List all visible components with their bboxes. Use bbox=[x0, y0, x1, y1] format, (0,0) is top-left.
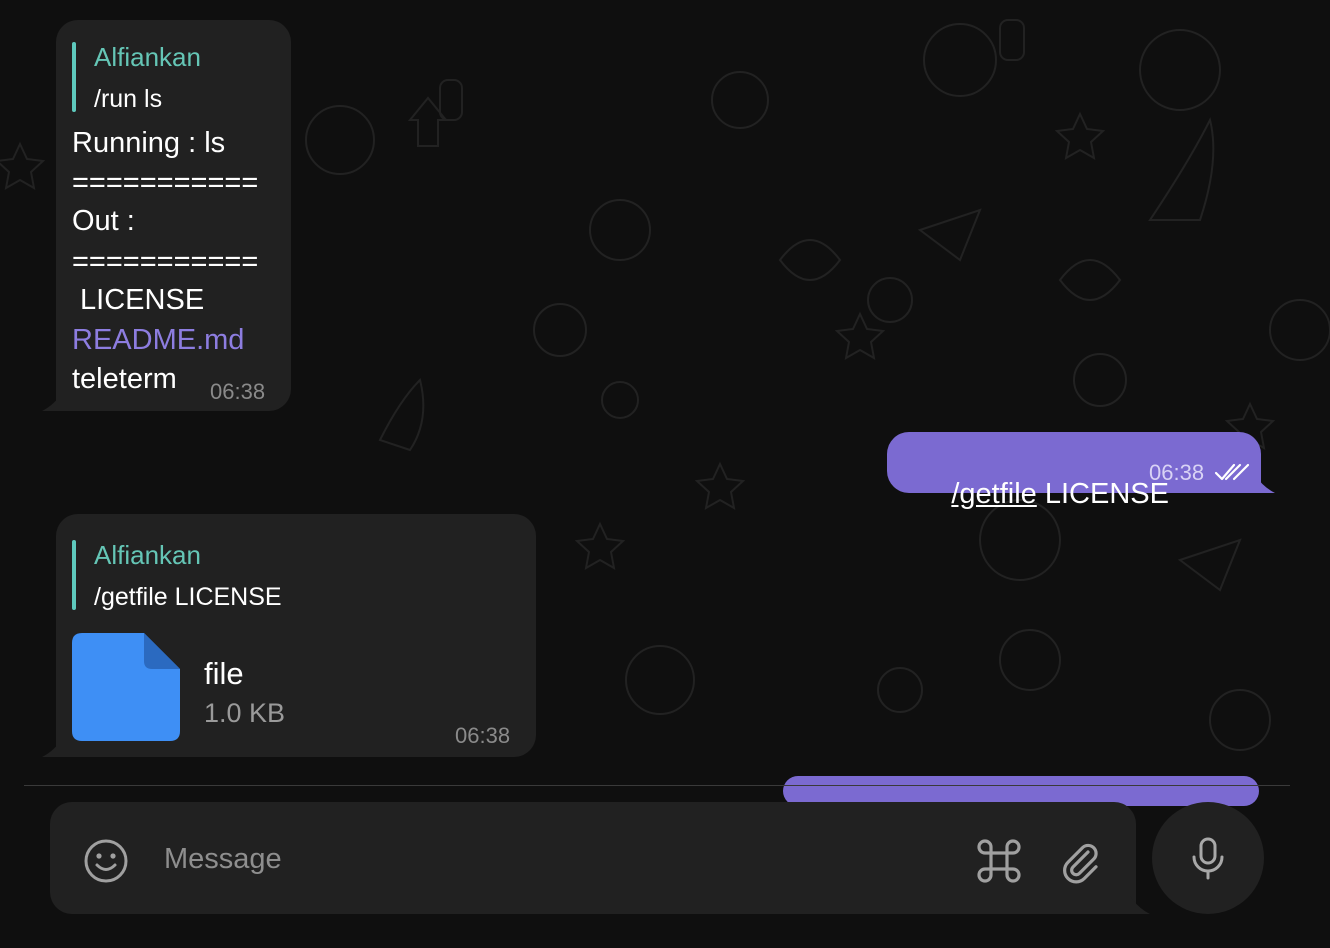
filename-link[interactable]: README.md bbox=[72, 324, 244, 357]
composer-tail bbox=[1130, 896, 1150, 914]
message-line: Running : ls bbox=[72, 127, 226, 159]
message-composer bbox=[50, 802, 1150, 914]
reply-text: /getfile LICENSE bbox=[94, 583, 282, 611]
reply-preview[interactable]: Alfiankan /run ls bbox=[72, 42, 332, 113]
message-line: =========== bbox=[72, 167, 259, 199]
message-line: teleterm bbox=[72, 363, 177, 395]
outgoing-message[interactable]: /getfile LICENSE 06:38 bbox=[887, 432, 1275, 510]
microphone-icon bbox=[1192, 837, 1224, 880]
command-icon bbox=[977, 839, 1021, 883]
message-line: LICENSE bbox=[72, 284, 205, 316]
reply-author: Alfiankan bbox=[94, 540, 201, 570]
message-line: Out : bbox=[72, 205, 135, 237]
document-icon[interactable] bbox=[72, 633, 180, 741]
composer-divider bbox=[24, 785, 1290, 786]
message-time: 06:38 bbox=[455, 723, 511, 748]
incoming-file-message[interactable]: Alfiankan /getfile LICENSE file 1.0 KB 0… bbox=[42, 514, 536, 757]
message-line: =========== bbox=[72, 246, 259, 278]
incoming-message[interactable]: Alfiankan /run ls Running : ls =========… bbox=[42, 20, 291, 411]
bubble-tail bbox=[1255, 475, 1275, 493]
attach-button[interactable] bbox=[1054, 834, 1108, 888]
command-button[interactable] bbox=[972, 834, 1026, 888]
bubble-tail bbox=[42, 739, 62, 757]
bubble-tail bbox=[42, 393, 62, 411]
file-size: 1.0 KB bbox=[204, 698, 286, 728]
double-check-icon bbox=[1214, 463, 1250, 481]
message-time: 06:38 bbox=[1149, 460, 1205, 485]
smiley-icon bbox=[84, 839, 128, 883]
reply-preview[interactable]: Alfiankan /getfile LICENSE bbox=[72, 540, 332, 611]
command-link[interactable]: /getfile bbox=[951, 478, 1036, 510]
message-input[interactable] bbox=[162, 838, 926, 880]
reply-text: /run ls bbox=[94, 85, 163, 113]
message-list[interactable]: Alfiankan /run ls Running : ls =========… bbox=[0, 0, 1330, 790]
reply-accent-bar bbox=[72, 540, 76, 610]
reply-accent-bar bbox=[72, 42, 76, 112]
file-name[interactable]: file bbox=[204, 656, 244, 692]
voice-message-button[interactable] bbox=[1152, 802, 1264, 914]
emoji-button[interactable] bbox=[80, 835, 132, 887]
reply-author: Alfiankan bbox=[94, 42, 201, 72]
paperclip-icon bbox=[1063, 843, 1098, 884]
message-time: 06:38 bbox=[210, 379, 266, 404]
